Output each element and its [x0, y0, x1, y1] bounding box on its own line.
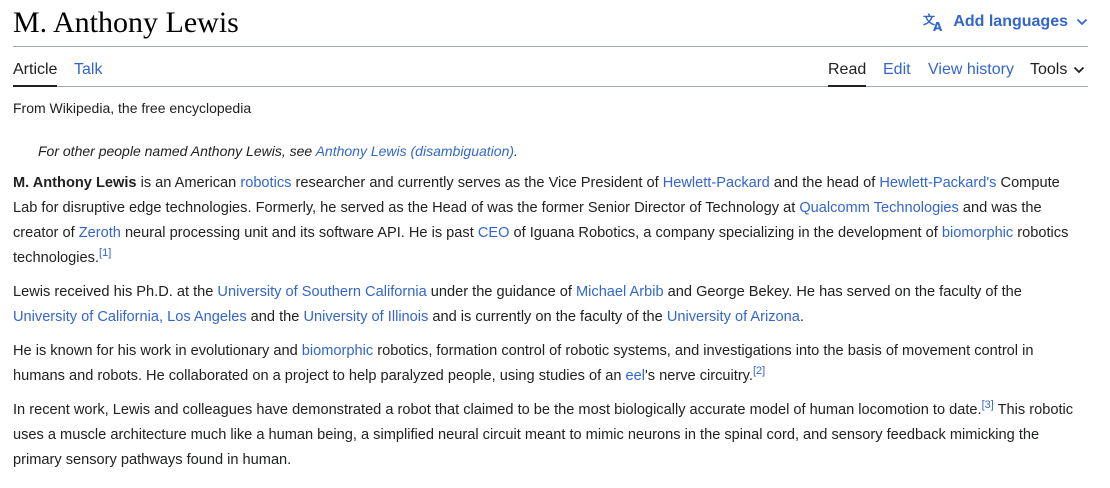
link-biomorphic[interactable]: biomorphic	[942, 225, 1013, 241]
hatnote: For other people named Anthony Lewis, se…	[38, 142, 518, 160]
heading-row: M. Anthony Lewis 文 A Add languages	[13, 0, 1088, 47]
hatnote-text: .	[514, 143, 518, 159]
text: is an American	[136, 175, 241, 191]
text: Lewis received his Ph.D. at the	[13, 284, 218, 300]
tab-article[interactable]: Article	[13, 61, 58, 87]
reference-2[interactable]: [2]	[753, 365, 765, 377]
link-eel[interactable]: eel	[626, 368, 645, 384]
link-michael-arbib[interactable]: Michael Arbib	[576, 284, 664, 300]
hatnote-text: For other people named Anthony Lewis, se…	[38, 143, 316, 159]
link-robotics[interactable]: robotics	[240, 175, 291, 191]
tools-label: Tools	[1030, 61, 1068, 78]
add-languages-button[interactable]: 文 A Add languages	[923, 12, 1088, 32]
tab-view-history[interactable]: View history	[928, 61, 1014, 87]
paragraph-1: M. Anthony Lewis is an American robotics…	[13, 171, 1088, 271]
link-hewlett-packards[interactable]: Hewlett-Packard's	[879, 175, 996, 191]
subject-name: M. Anthony Lewis	[13, 175, 137, 191]
add-languages-label: Add languages	[953, 13, 1068, 30]
link-ucla[interactable]: University of California, Los Angeles	[13, 309, 247, 325]
site-tagline: From Wikipedia, the free encyclopedia	[13, 100, 252, 116]
text: and the head of	[769, 175, 880, 191]
text: He is known for his work in evolutionary…	[13, 343, 302, 359]
svg-text:A: A	[933, 20, 943, 32]
tools-dropdown[interactable]: Tools	[1030, 61, 1085, 87]
text: In recent work, Lewis and colleagues hav…	[13, 402, 982, 418]
link-hewlett-packard[interactable]: Hewlett-Packard	[663, 175, 770, 191]
chevron-down-icon	[1073, 64, 1085, 76]
text: .	[799, 309, 804, 325]
paragraph-2: Lewis received his Ph.D. at the Universi…	[13, 280, 1088, 330]
reference-3[interactable]: [3]	[982, 399, 994, 411]
text: and the	[246, 309, 304, 325]
tabs-row: Article Talk Read Edit View history Tool…	[13, 47, 1088, 87]
tab-read[interactable]: Read	[828, 61, 867, 87]
chevron-down-icon	[1076, 16, 1088, 28]
link-zeroth[interactable]: Zeroth	[79, 225, 121, 241]
link-biomorphic[interactable]: biomorphic	[302, 343, 373, 359]
page: M. Anthony Lewis 文 A Add languages Artic…	[13, 0, 1088, 468]
text: researcher and currently serves as the V…	[291, 175, 663, 191]
link-qualcomm-technologies[interactable]: Qualcomm Technologies	[799, 200, 959, 216]
text: neural processing unit and its software …	[120, 225, 478, 241]
text: and George Bekey. He has served on the f…	[663, 284, 1022, 300]
paragraph-4: In recent work, Lewis and colleagues hav…	[13, 398, 1088, 473]
link-ceo[interactable]: CEO	[478, 225, 510, 241]
text: of Iguana Robotics, a company specializi…	[509, 225, 942, 241]
text: 's nerve circuitry.	[645, 368, 753, 384]
text: under the guidance of	[426, 284, 576, 300]
tab-edit[interactable]: Edit	[883, 61, 911, 87]
article-content: M. Anthony Lewis is an American robotics…	[13, 171, 1088, 482]
disambiguation-link[interactable]: Anthony Lewis (disambiguation)	[316, 143, 514, 159]
link-university-of-illinois[interactable]: University of Illinois	[303, 309, 428, 325]
tab-talk[interactable]: Talk	[74, 61, 102, 87]
reference-1[interactable]: [1]	[99, 247, 111, 259]
paragraph-3: He is known for his work in evolutionary…	[13, 339, 1088, 389]
text: and is currently on the faculty of the	[428, 309, 667, 325]
link-university-of-arizona[interactable]: University of Arizona	[667, 309, 800, 325]
link-usc[interactable]: University of Southern California	[217, 284, 426, 300]
page-title: M. Anthony Lewis	[13, 6, 239, 39]
translate-icon: 文 A	[923, 12, 945, 32]
